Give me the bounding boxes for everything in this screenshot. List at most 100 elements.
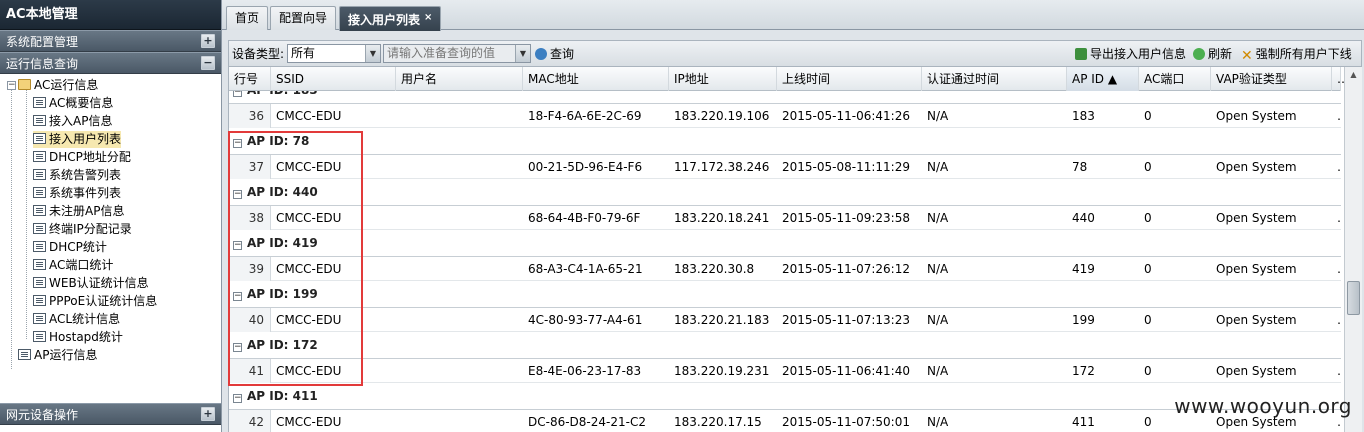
cell-no: 38 <box>229 206 271 230</box>
collapse-icon[interactable]: − <box>233 91 242 97</box>
tree-item[interactable]: 终端IP分配记录 <box>33 221 132 238</box>
collapse-icon[interactable]: − <box>233 394 242 403</box>
collapse-icon[interactable]: − <box>233 343 242 352</box>
tree-item[interactable]: ACL统计信息 <box>33 311 120 328</box>
tree-item[interactable]: DHCP地址分配 <box>33 149 131 166</box>
cell-port: 0 <box>1144 262 1152 276</box>
tree-item[interactable]: DHCP统计 <box>33 239 107 256</box>
force-offline-button[interactable]: ✕ 强制所有用户下线 <box>1241 45 1352 63</box>
collapse-icon[interactable]: − <box>233 241 242 250</box>
query-input[interactable]: 请输入准备查询的值 ▼ <box>383 44 531 63</box>
cell-port: 0 <box>1144 313 1152 327</box>
tree-item[interactable]: 接入AP信息 <box>33 113 112 130</box>
table-row[interactable]: 40 CMCC-EDU 4C-80-93-77-A4-61 183.220.21.18… <box>229 308 1341 332</box>
column-header[interactable]: MAC地址 <box>523 67 669 91</box>
column-header[interactable]: 用户名 <box>396 67 523 91</box>
tree-item[interactable]: WEB认证统计信息 <box>33 275 149 292</box>
column-header[interactable]: AC端口 <box>1139 67 1211 91</box>
column-header[interactable]: VAP验证类型 <box>1211 67 1332 91</box>
chevron-down-icon[interactable]: ▼ <box>365 45 380 62</box>
cell-mac: E8-4E-06-23-17-83 <box>528 364 642 378</box>
cell-online: 2015-05-11-07:26:12 <box>782 262 910 276</box>
query-button[interactable]: 查询 <box>535 45 574 63</box>
tree-item[interactable]: 接入用户列表 <box>33 131 122 148</box>
panel-ne-ops-label: 网元设备操作 <box>6 408 79 422</box>
column-header[interactable]: … <box>1332 67 1349 91</box>
table-row[interactable]: 37 CMCC-EDU 00-21-5D-96-E4-F6 117.172.38.24… <box>229 155 1341 179</box>
cell-more: … <box>1332 308 1341 332</box>
tree-item[interactable]: 系统事件列表 <box>33 185 121 202</box>
group-label: AP ID: 172 <box>247 338 318 352</box>
tree-item[interactable]: Hostapd统计 <box>33 329 123 346</box>
tree-item[interactable]: PPPoE认证统计信息 <box>33 293 157 310</box>
cell-user <box>396 257 523 281</box>
tree-item-label: AC端口统计 <box>49 258 114 272</box>
column-header[interactable]: 上线时间 <box>777 67 922 91</box>
cell-ip: 183.220.18.241 <box>674 211 770 225</box>
group-header[interactable]: − AP ID: 419 <box>229 230 1341 257</box>
collapse-icon[interactable]: − <box>233 190 242 199</box>
cell-ssid: CMCC-EDU <box>276 211 342 225</box>
tree-collapse-icon[interactable]: − <box>7 81 16 90</box>
panel-system-config[interactable]: 系统配置管理 + <box>0 30 221 52</box>
cell-online: 2015-05-11-07:13:23 <box>782 313 910 327</box>
panel-runtime-query[interactable]: 运行信息查询 − <box>0 52 221 74</box>
cell-apid: 411 <box>1072 415 1095 429</box>
refresh-icon <box>1193 48 1205 60</box>
refresh-button[interactable]: 刷新 <box>1193 45 1232 63</box>
tab-config-wizard[interactable]: 配置向导 <box>270 6 337 30</box>
cell-ip: 183.220.30.8 <box>674 262 755 276</box>
document-icon <box>18 349 31 360</box>
cell-user <box>396 410 523 432</box>
tab-access-users[interactable]: 接入用户列表 × <box>339 6 442 31</box>
cell-more: … <box>1332 206 1341 230</box>
group-header[interactable]: − AP ID: 78 <box>229 128 1341 155</box>
chevron-down-icon[interactable]: ▼ <box>515 45 530 62</box>
column-header[interactable]: 认证通过时间 <box>922 67 1067 91</box>
cell-vap: Open System <box>1216 364 1297 378</box>
collapse-icon[interactable]: − <box>201 56 215 70</box>
cell-no: 41 <box>229 359 271 383</box>
column-header[interactable]: 行号 <box>229 67 271 91</box>
collapse-icon[interactable]: − <box>233 139 242 148</box>
grid-body: −AP ID: 18336CMCC-EDU18-F4-6A-6E-2C-6918… <box>229 91 1341 432</box>
scroll-up-icon[interactable]: ▲ <box>1345 67 1362 83</box>
tree-item[interactable]: 未注册AP信息 <box>33 203 124 220</box>
force-offline-button-label: 强制所有用户下线 <box>1255 47 1352 61</box>
table-row[interactable]: 39 CMCC-EDU 68-A3-C4-1A-65-21 183.220.30.8 2… <box>229 257 1341 281</box>
group-label: AP ID: 183 <box>247 91 318 97</box>
tree-item-label: 接入AP信息 <box>49 114 113 128</box>
expand-icon[interactable]: + <box>201 407 215 421</box>
table-row[interactable]: 36 CMCC-EDU 18-F4-6A-6E-2C-69 183.220.19.10… <box>229 104 1341 128</box>
group-header[interactable]: − AP ID: 199 <box>229 281 1341 308</box>
vertical-scrollbar[interactable]: ▲ <box>1344 67 1362 432</box>
expand-icon[interactable]: + <box>201 34 215 48</box>
cell-ip: 183.220.19.106 <box>674 109 770 123</box>
export-button[interactable]: 导出接入用户信息 <box>1075 45 1186 63</box>
scrollbar-thumb[interactable] <box>1347 281 1360 315</box>
group-header[interactable]: − AP ID: 440 <box>229 179 1341 206</box>
tree-item-label: 接入用户列表 <box>49 132 122 146</box>
document-icon <box>33 223 46 234</box>
tree-node-ap-root[interactable]: AP运行信息 <box>18 347 97 364</box>
column-header[interactable]: AP ID ▲ <box>1067 67 1139 91</box>
cell-apid: 440 <box>1072 211 1095 225</box>
table-row[interactable]: 38 CMCC-EDU 68-64-4B-F0-79-6F 183.220.18.24… <box>229 206 1341 230</box>
group-header[interactable]: − AP ID: 172 <box>229 332 1341 359</box>
cell-online: 2015-05-11-09:23:58 <box>782 211 910 225</box>
tree-node-ac-root[interactable]: AC运行信息 <box>18 77 98 94</box>
tab-home[interactable]: 首页 <box>226 6 269 30</box>
table-row[interactable]: 41 CMCC-EDU E8-4E-06-23-17-83 183.220.19.23… <box>229 359 1341 383</box>
tree-item[interactable]: AC概要信息 <box>33 95 113 112</box>
column-header[interactable]: SSID <box>271 67 396 91</box>
column-header[interactable]: IP地址 <box>669 67 777 91</box>
group-header[interactable]: −AP ID: 183 <box>229 91 1341 104</box>
panel-ne-ops[interactable]: 网元设备操作 + <box>0 403 221 425</box>
close-icon[interactable]: × <box>424 12 432 23</box>
document-icon <box>33 169 46 180</box>
tree-item-label: DHCP统计 <box>49 240 107 254</box>
tree-item[interactable]: 系统告警列表 <box>33 167 121 184</box>
tree-item[interactable]: AC端口统计 <box>33 257 113 274</box>
collapse-icon[interactable]: − <box>233 292 242 301</box>
device-type-select[interactable]: 所有 ▼ <box>287 44 381 63</box>
